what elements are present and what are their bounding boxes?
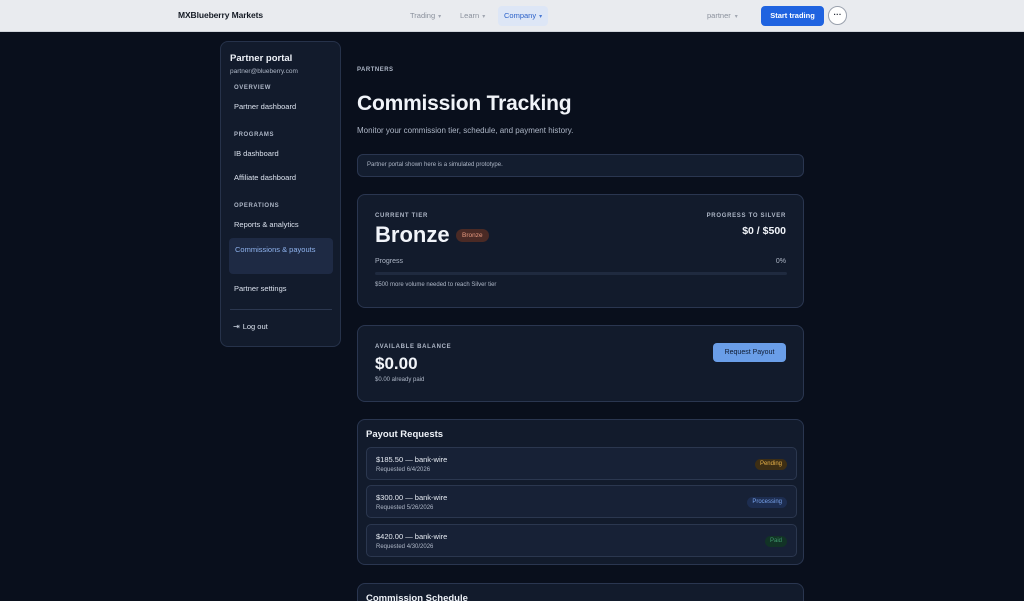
sidebar-item-ib-dashboard[interactable]: IB dashboard (234, 149, 279, 158)
progress-note: $500 more volume needed to reach Silver … (375, 282, 497, 288)
nav-company[interactable]: Company ▾ (498, 6, 549, 26)
current-tier-label: CURRENT TIER (375, 213, 429, 219)
tier-name: Bronze (375, 222, 450, 247)
prototype-notice: Partner portal shown here is a simulated… (357, 154, 804, 177)
page-title: Commission Tracking (357, 92, 572, 115)
progress-percent: 0% (775, 258, 786, 265)
breadcrumb: PARTNERS (357, 67, 394, 73)
payout-amount: $185.50 — bank-wire (376, 455, 448, 464)
payout-row[interactable]: $420.00 — bank-wire Requested 4/30/2026 … (366, 524, 797, 557)
payout-date: Requested 6/4/2026 (376, 467, 431, 473)
nav-learn[interactable]: Learn ▾ (454, 6, 491, 26)
tier-badge: Bronze (456, 229, 489, 242)
payout-requests-title: Payout Requests (366, 429, 444, 440)
payout-amount: $300.00 — bank-wire (376, 493, 448, 502)
sidebar-section-overview: OVERVIEW (234, 85, 272, 91)
sidebar-section-operations: OPERATIONS (234, 203, 280, 209)
brand-logo-text[interactable]: MXBlueberry Markets (178, 10, 263, 20)
progress-to-silver-label: PROGRESS TO SILVER (706, 213, 786, 219)
available-balance-label: AVAILABLE BALANCE (375, 344, 452, 350)
nav-trading-label: Trading (410, 11, 436, 20)
request-payout-button[interactable]: Request Payout (713, 343, 786, 362)
logout-icon: ⇥ (233, 322, 240, 331)
sidebar-title: Partner portal (230, 53, 293, 64)
partner-sidebar: Partner portal partner@blueberry.com OVE… (220, 41, 341, 347)
sidebar-email: partner@blueberry.com (230, 68, 298, 75)
chevron-down-icon: ▾ (438, 14, 442, 20)
nav-company-label: Company (504, 11, 537, 20)
commission-schedule-title: Commission Schedule (366, 593, 468, 601)
sidebar-item-reports-analytics[interactable]: Reports & analytics (234, 220, 299, 229)
balance-card: AVAILABLE BALANCE $0.00 $0.00 already pa… (357, 325, 804, 402)
status-badge: Paid (764, 536, 787, 547)
nav-trading[interactable]: Trading ▾ (404, 6, 447, 26)
chevron-down-icon: ▾ (539, 14, 543, 20)
nav-learn-label: Learn (460, 11, 480, 20)
progress-label: Progress (375, 258, 404, 265)
sidebar-divider (230, 309, 332, 310)
start-trading-button[interactable]: Start trading (761, 6, 824, 26)
progress-bar (375, 272, 787, 275)
chevron-down-icon: ▾ (482, 14, 486, 20)
partner-account-menu[interactable]: partner ▾ (707, 6, 738, 26)
sidebar-item-commissions-payouts[interactable]: Commissions & payouts (229, 238, 333, 274)
sidebar-section-programs: PROGRAMS (234, 132, 275, 138)
payout-date: Requested 4/30/2026 (376, 544, 434, 550)
sidebar-item-affiliate-dashboard[interactable]: Affiliate dashboard (234, 173, 296, 182)
status-badge: Processing (747, 497, 787, 508)
top-navbar: MXBlueberry Markets Trading ▾ Learn ▾ Comp… (0, 0, 1024, 32)
tier-card: CURRENT TIER Bronze Bronze PROGRESS TO S… (357, 194, 804, 308)
payout-date: Requested 5/26/2026 (376, 505, 434, 511)
chevron-down-icon: ▾ (734, 14, 738, 20)
balance-amount: $0.00 (375, 354, 418, 373)
payout-amount: $420.00 — bank-wire (376, 532, 448, 541)
payout-row[interactable]: $185.50 — bank-wire Requested 6/4/2026 P… (366, 447, 797, 480)
page-subtitle: Monitor your commission tier, schedule, … (357, 126, 574, 135)
already-paid-note: $0.00 already paid (375, 377, 425, 383)
progress-value: $0 / $500 (742, 225, 786, 237)
partner-label: partner (707, 11, 731, 20)
commission-schedule-card: Commission Schedule (357, 583, 804, 601)
status-badge: Pending (754, 459, 787, 470)
sidebar-item-partner-dashboard[interactable]: Partner dashboard (234, 102, 296, 111)
more-options-icon[interactable]: ··· (828, 6, 847, 25)
payout-requests-card: Payout Requests $185.50 — bank-wire Requ… (357, 419, 804, 565)
sidebar-item-partner-settings[interactable]: Partner settings (234, 284, 287, 293)
payout-row[interactable]: $300.00 — bank-wire Requested 5/26/2026 … (366, 485, 797, 518)
logout-label: Log out (242, 322, 268, 331)
logout-link[interactable]: ⇥ Log out (233, 322, 268, 331)
